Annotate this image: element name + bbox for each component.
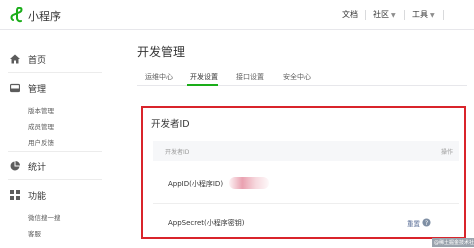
- sidebar-divider: [8, 72, 102, 73]
- page-title: 开发管理: [137, 45, 186, 59]
- sidebar-subitem-feedback[interactable]: 用户反馈: [28, 137, 54, 147]
- appid-label: AppID(小程序ID): [168, 180, 224, 188]
- tab-dev-settings[interactable]: 开发设置: [190, 72, 218, 82]
- tab-ops-center[interactable]: 运维中心: [145, 72, 173, 82]
- appsecret-label: AppSecret(小程序密钥): [168, 219, 245, 227]
- tab-security-center[interactable]: 安全中心: [283, 72, 311, 82]
- sidebar-item-label: 统计: [28, 163, 47, 173]
- panel-title: 开发者ID: [151, 119, 190, 130]
- nav-docs-link[interactable]: 文档: [342, 9, 358, 20]
- sidebar-item-label: 首页: [28, 56, 47, 66]
- nav-divider: [443, 10, 444, 20]
- chevron-down-icon: ▼: [391, 12, 396, 19]
- table-header: 开发者ID 操作: [153, 141, 459, 161]
- chevron-down-icon: ▼: [430, 12, 435, 19]
- column-header-id: 开发者ID: [165, 149, 190, 156]
- svg-text:?: ?: [425, 220, 428, 227]
- features-icon: [10, 190, 20, 200]
- reset-secret-link[interactable]: 重置: [407, 218, 420, 228]
- help-icon[interactable]: ?: [422, 218, 431, 227]
- manage-icon: [10, 83, 20, 93]
- active-tab-indicator: [187, 84, 218, 86]
- nav-community-label: 社区: [373, 10, 389, 19]
- tab-api-settings[interactable]: 接口设置: [236, 72, 264, 82]
- miniprogram-logo-icon[interactable]: [10, 7, 24, 23]
- developer-id-panel: 开发者ID 开发者ID 操作 AppID(小程序ID) AppSecret(小程…: [141, 106, 466, 239]
- brand-name[interactable]: 小程序: [28, 8, 61, 24]
- nav-divider: [404, 10, 405, 20]
- sidebar-subitem-search[interactable]: 微信搜一搜: [28, 212, 61, 222]
- sidebar-subitem-version[interactable]: 版本管理: [28, 105, 54, 115]
- nav-tools-menu[interactable]: 工具 ▼: [412, 9, 435, 20]
- sidebar-divider: [8, 179, 102, 180]
- sidebar-divider: [8, 151, 102, 152]
- watermark: @稀土掘金技术社区: [432, 238, 474, 247]
- sidebar-subitem-members[interactable]: 成员管理: [28, 121, 54, 131]
- nav-community-menu[interactable]: 社区 ▼: [373, 9, 396, 20]
- nav-divider: [365, 10, 366, 20]
- top-bar: 小程序 文档 社区 ▼ 工具 ▼: [0, 0, 474, 30]
- sidebar-subitem-service[interactable]: 客服: [28, 228, 41, 238]
- sidebar-item-label: 功能: [28, 192, 47, 202]
- tab-bar: 运维中心 开发设置 接口设置 安全中心: [137, 70, 467, 86]
- stats-icon: [10, 161, 20, 171]
- home-icon: [10, 54, 20, 64]
- column-header-action: 操作: [440, 149, 453, 156]
- appid-value-redacted: [229, 177, 269, 189]
- nav-tools-label: 工具: [412, 10, 428, 19]
- row-divider: [153, 203, 459, 204]
- sidebar: 首页 管理 版本管理 成员管理 用户反馈 统计 功能 微信搜一搜 客服: [0, 31, 110, 248]
- sidebar-item-label: 管理: [28, 85, 47, 95]
